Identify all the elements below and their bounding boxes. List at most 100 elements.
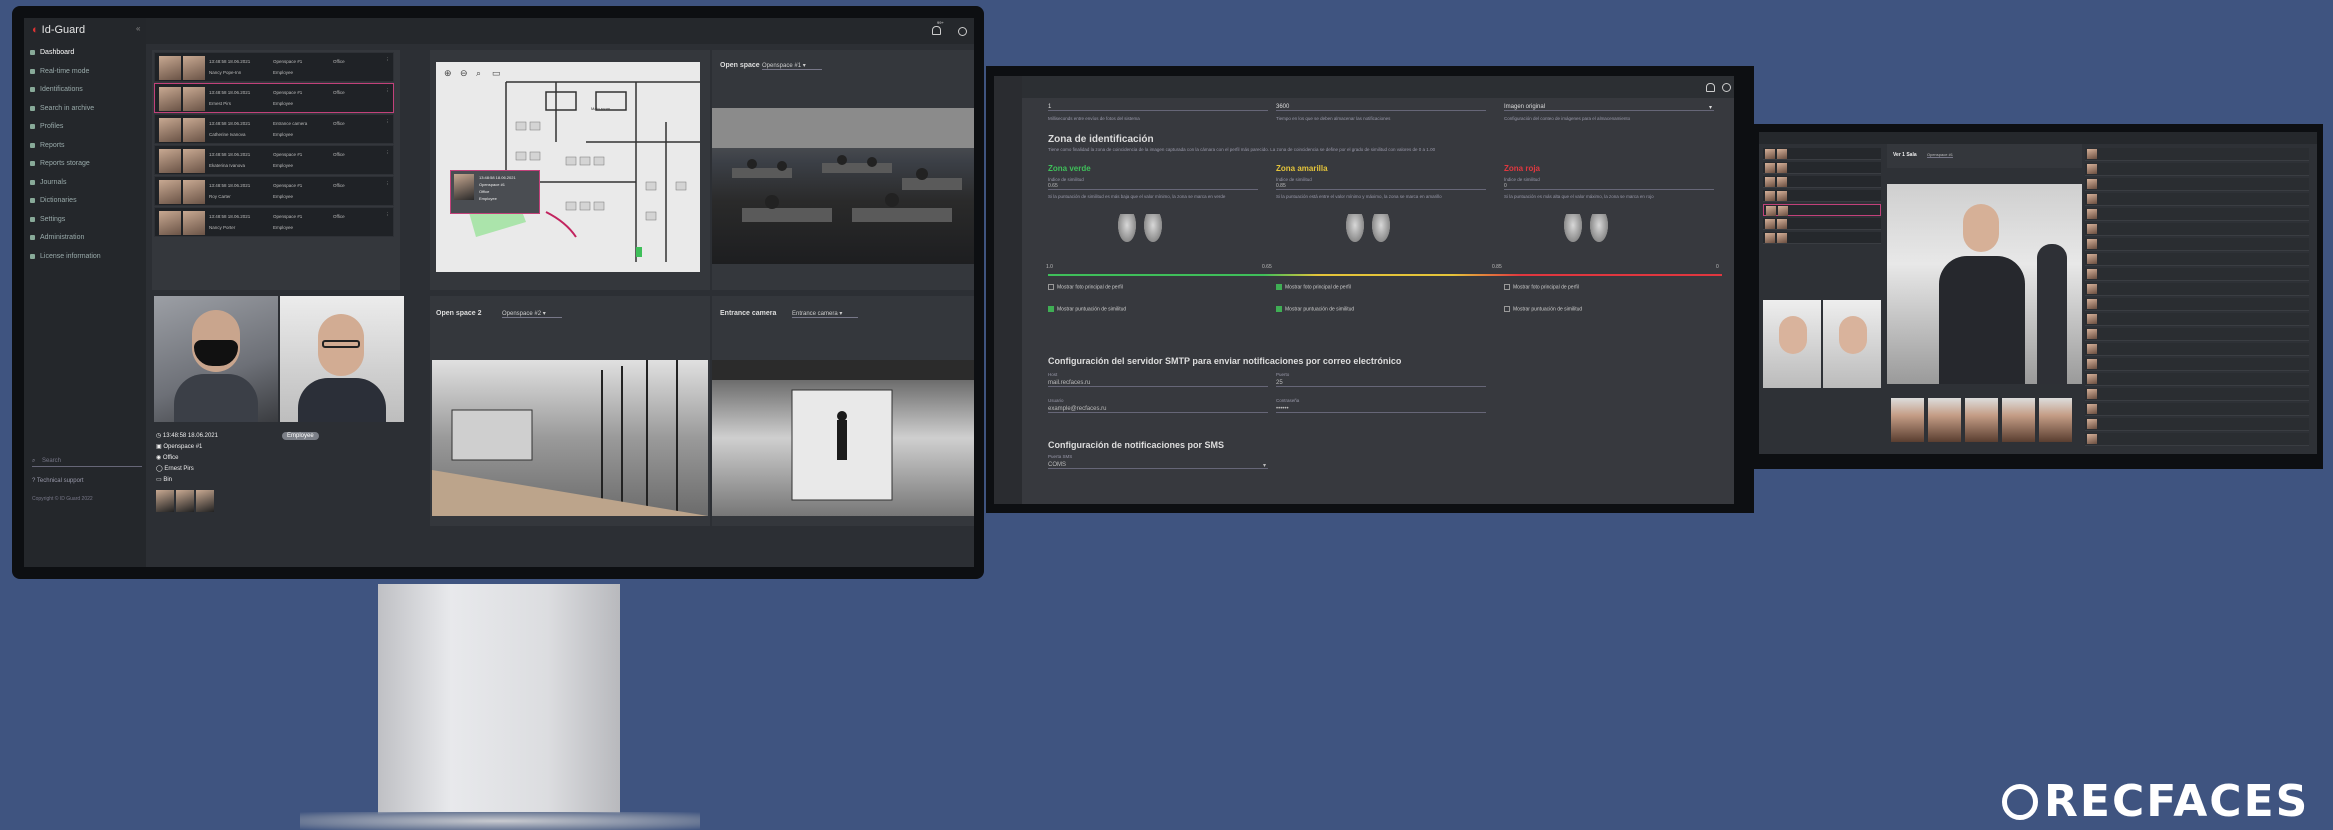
smtp-user-input[interactable]: example@recfaces.ru (1048, 406, 1268, 413)
sidebar-item[interactable]: Dashboard (24, 44, 146, 61)
sms-gateway-select[interactable]: COMS ▾ (1048, 462, 1268, 469)
sidebar-item[interactable]: Dictionaries (24, 192, 146, 209)
show-photo-checkbox[interactable]: Mostrar foto principal de perfil (1276, 284, 1351, 290)
realtime-match-row[interactable] (2085, 238, 2309, 251)
top-field-1-value[interactable]: 1 (1048, 104, 1268, 111)
layers-icon[interactable]: ▭ (492, 68, 501, 79)
realtime-match-row[interactable] (2085, 433, 2309, 446)
realtime-match-row[interactable] (2085, 403, 2309, 416)
realtime-thumb[interactable] (1965, 398, 1998, 442)
realtime-match-row[interactable] (2085, 223, 2309, 236)
top-field-2-value[interactable]: 3600 (1276, 104, 1486, 111)
realtime-match-row[interactable] (2085, 358, 2309, 371)
captured-photo[interactable] (154, 296, 278, 422)
show-score-checkbox[interactable]: Mostrar puntuación de similitud (1276, 306, 1354, 312)
user-icon[interactable] (1722, 83, 1731, 92)
realtime-event-row[interactable] (1763, 204, 1881, 216)
profile-photo[interactable] (280, 296, 404, 422)
more-icon[interactable]: ⋮ (385, 212, 390, 218)
realtime-camera-feed[interactable] (1887, 184, 2082, 384)
sidebar-item[interactable]: Settings (24, 211, 146, 228)
event-row[interactable]: 13:48:58 18.06.2021 Catherine Ivanova Entr… (154, 114, 394, 144)
realtime-match-row[interactable] (2085, 388, 2309, 401)
realtime-event-row[interactable] (1763, 190, 1881, 202)
camera-select[interactable]: Openspace #1 ▾ (762, 62, 822, 70)
map-event-popup[interactable]: 13:48:58 18.06.2021 Openspace #1 Office … (450, 170, 540, 214)
show-score-checkbox[interactable]: Mostrar puntuación de similitud (1504, 306, 1582, 312)
user-icon[interactable] (958, 27, 967, 36)
sidebar-item[interactable]: Profiles (24, 118, 146, 135)
sidebar-item[interactable]: License information (24, 248, 146, 265)
realtime-thumb[interactable] (2002, 398, 2035, 442)
realtime-match-row[interactable] (2085, 298, 2309, 311)
show-photo-checkbox[interactable]: Mostrar foto principal de perfil (1048, 284, 1123, 290)
sidebar-item[interactable]: Real-time mode (24, 63, 146, 80)
technical-support-link[interactable]: ? Technical support (32, 478, 84, 484)
thumb-3[interactable] (196, 490, 214, 512)
camera-feed-corridor[interactable] (432, 360, 708, 516)
realtime-match-row[interactable] (2085, 208, 2309, 221)
zone-threshold-input[interactable]: 0.85 (1276, 183, 1486, 190)
camera-select[interactable]: Openspace #2 ▾ (502, 310, 562, 318)
realtime-thumb[interactable] (1928, 398, 1961, 442)
sidebar-item[interactable]: Search in archive (24, 100, 146, 117)
more-icon[interactable]: ⋮ (385, 181, 390, 187)
more-icon[interactable]: ⋮ (385, 150, 390, 156)
realtime-captured-photo[interactable] (1763, 300, 1821, 388)
realtime-match-row[interactable] (2085, 193, 2309, 206)
floor-map[interactable]: ⊕ ⊖ ⌕ ▭ Main room 13:48:58 18.06.2021 Op… (436, 62, 700, 272)
sidebar-item[interactable]: Journals (24, 174, 146, 191)
realtime-event-row[interactable] (1763, 162, 1881, 174)
realtime-match-row[interactable] (2085, 148, 2309, 161)
more-icon[interactable]: ⋮ (385, 57, 390, 63)
locate-icon[interactable]: ⊕ (444, 68, 452, 79)
realtime-event-row[interactable] (1763, 148, 1881, 160)
show-score-checkbox[interactable]: Mostrar puntuación de similitud (1048, 306, 1126, 312)
more-icon[interactable]: ⋮ (385, 88, 390, 94)
camera-feed-openspace[interactable] (712, 108, 974, 264)
top-field-3-select[interactable]: Imagen original ▾ (1504, 104, 1714, 111)
realtime-profile-photo[interactable] (1823, 300, 1881, 388)
notification-bell-icon[interactable] (932, 26, 941, 35)
realtime-match-row[interactable] (2085, 418, 2309, 431)
realtime-match-row[interactable] (2085, 328, 2309, 341)
smtp-host-input[interactable]: mail.recfaces.ru (1048, 380, 1268, 387)
notification-bell-icon[interactable] (1706, 83, 1715, 92)
realtime-thumb[interactable] (1891, 398, 1924, 442)
realtime-event-row[interactable] (1763, 232, 1881, 244)
app-logo[interactable]: ◐ Id-Guard (32, 24, 85, 36)
realtime-event-row[interactable] (1763, 176, 1881, 188)
thumb-1[interactable] (156, 490, 174, 512)
realtime-match-row[interactable] (2085, 163, 2309, 176)
smtp-port-input[interactable]: 25 (1276, 380, 1486, 387)
more-icon[interactable]: ⋮ (385, 119, 390, 125)
sidebar-item[interactable]: Reports (24, 137, 146, 154)
event-row[interactable]: 13:48:58 18.06.2021 Ekaterina Ivanova Open… (154, 145, 394, 175)
sidebar-item[interactable]: Administration (24, 229, 146, 246)
realtime-match-row[interactable] (2085, 178, 2309, 191)
realtime-match-row[interactable] (2085, 313, 2309, 326)
realtime-match-row[interactable] (2085, 253, 2309, 266)
realtime-match-row[interactable] (2085, 268, 2309, 281)
realtime-match-row[interactable] (2085, 283, 2309, 296)
realtime-thumb[interactable] (2039, 398, 2072, 442)
realtime-event-row[interactable] (1763, 218, 1881, 230)
zoom-in-icon[interactable]: ⌕ (476, 68, 481, 79)
realtime-match-row[interactable] (2085, 373, 2309, 386)
zone-threshold-input[interactable]: 0.65 (1048, 183, 1258, 190)
smtp-pass-input[interactable]: •••••• (1276, 406, 1486, 413)
sidebar-item[interactable]: Reports storage (24, 155, 146, 172)
zone-threshold-input[interactable]: 0 (1504, 183, 1714, 190)
sidebar-item[interactable]: Identifications (24, 81, 146, 98)
camera-feed-entrance[interactable] (712, 360, 974, 516)
realtime-match-row[interactable] (2085, 343, 2309, 356)
event-row[interactable]: 13:48:58 18.06.2021 Roy Carter Openspace #… (154, 176, 394, 206)
event-row[interactable]: 13:48:58 18.06.2021 Nancy Pope-Inn Openspa… (154, 52, 394, 82)
camera-select[interactable]: Entrance camera ▾ (792, 310, 859, 318)
thumb-2[interactable] (176, 490, 194, 512)
zoom-out-icon[interactable]: ⊖ (460, 68, 468, 79)
event-row[interactable]: 13:48:58 18.06.2021 Ernest Pirs Openspace … (154, 83, 394, 113)
sidebar-search-input[interactable]: Search (32, 458, 142, 467)
show-photo-checkbox[interactable]: Mostrar foto principal de perfil (1504, 284, 1579, 290)
collapse-icon[interactable]: « (136, 24, 140, 33)
